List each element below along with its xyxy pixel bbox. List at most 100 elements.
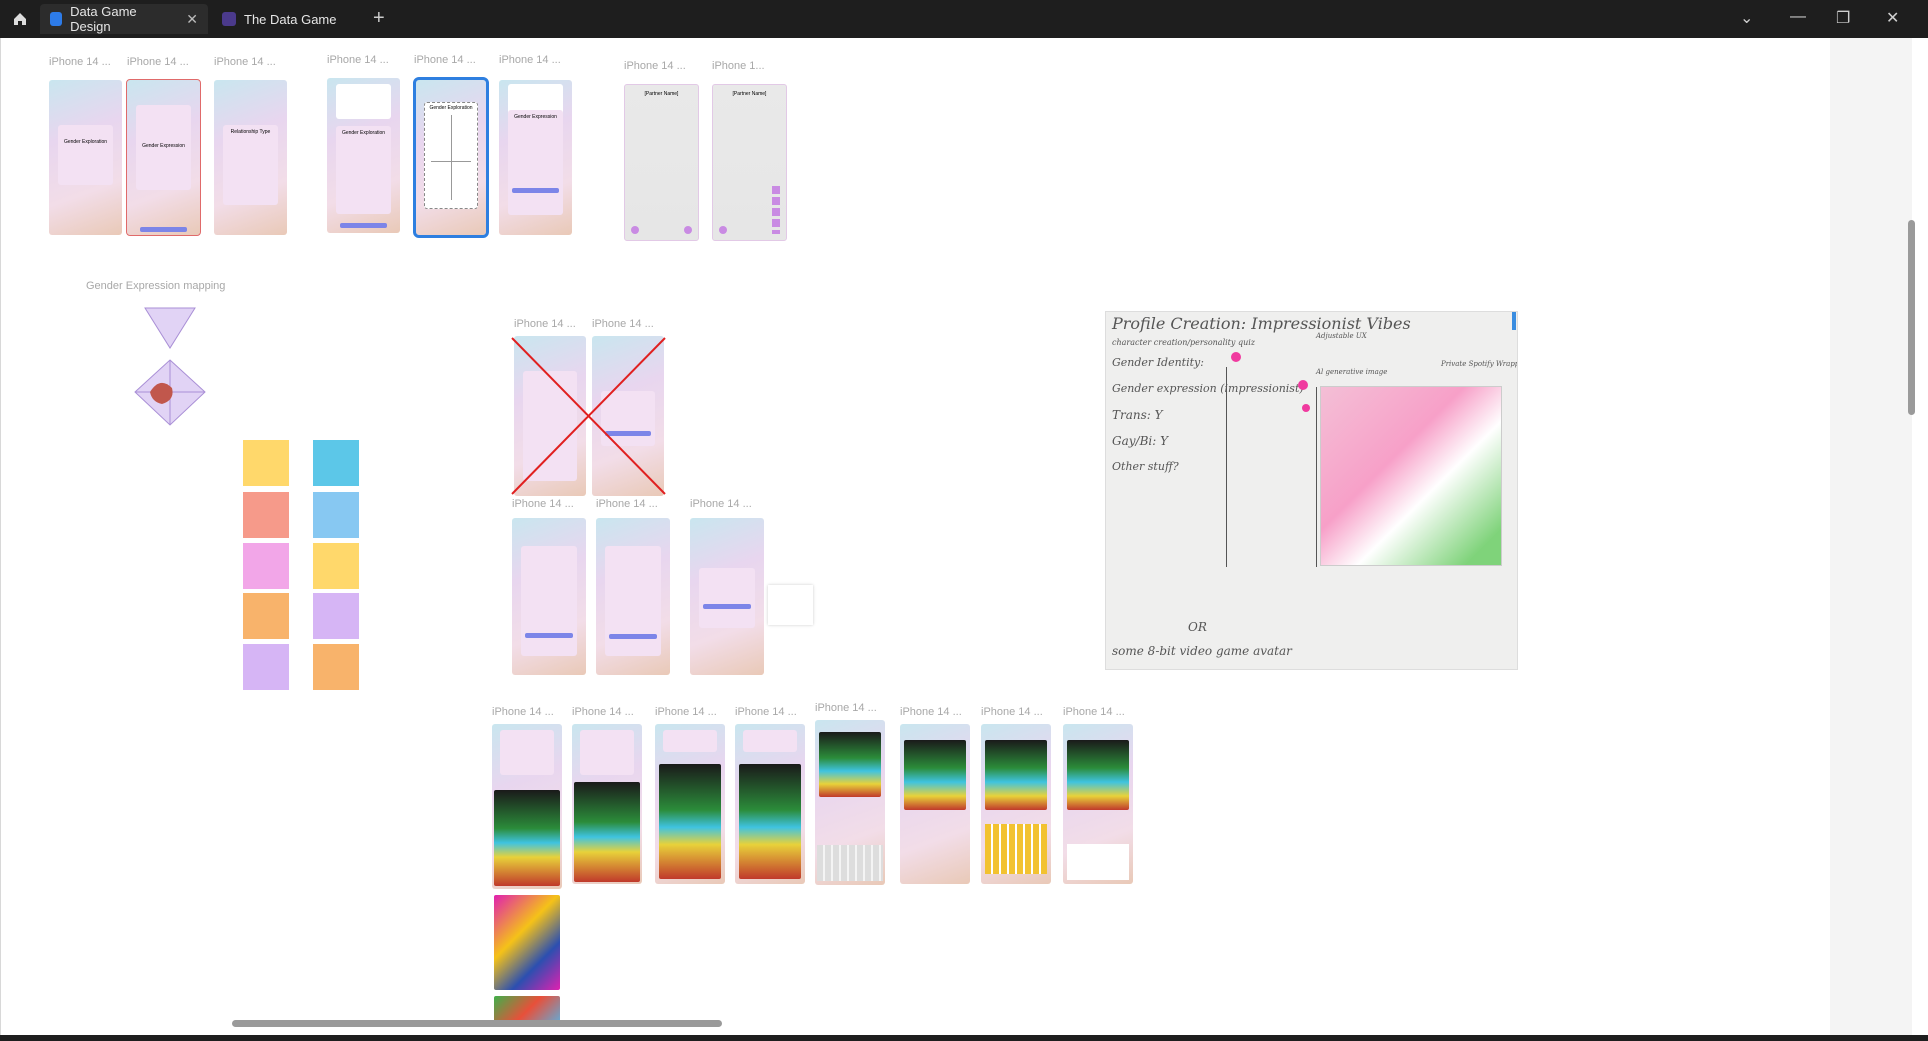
phone-frame[interactable]: [Partner Name] xyxy=(712,84,787,241)
frame-label: iPhone 14 ... xyxy=(327,54,389,66)
color-swatch xyxy=(1302,404,1310,412)
tab-label: Data Game Design xyxy=(70,4,137,34)
phone-frame[interactable] xyxy=(690,518,764,675)
frame-label: iPhone 14 ... xyxy=(624,60,686,72)
artwork-image xyxy=(985,740,1047,810)
vertical-scrollbar[interactable] xyxy=(1908,220,1915,415)
next-button[interactable] xyxy=(609,634,657,639)
phone-frame[interactable] xyxy=(512,518,586,675)
home-icon[interactable] xyxy=(8,8,32,30)
frame-label: iPhone 14 ... xyxy=(815,702,877,714)
phone-frame[interactable] xyxy=(655,724,725,884)
frame-label: iPhone 14 ... xyxy=(414,54,476,66)
frame-label: iPhone 14 ... xyxy=(512,498,574,510)
phone-frame[interactable] xyxy=(900,724,970,884)
artwork-image xyxy=(659,764,721,879)
section-label: Gender Expression mapping xyxy=(86,280,226,292)
next-button[interactable] xyxy=(525,633,573,638)
phone-frame-selected[interactable]: Gender Expression xyxy=(126,79,201,236)
sticky-note[interactable] xyxy=(243,543,289,589)
frame-label: iPhone 14 ... xyxy=(592,318,654,330)
frame-label: iPhone 14 ... xyxy=(514,318,576,330)
color-swatch xyxy=(1298,380,1308,390)
handwritten-subtitle: character creation/personality quiz xyxy=(1112,338,1256,347)
sticky-note[interactable] xyxy=(313,543,359,589)
handwritten-bottom: some 8-bit video game avatar xyxy=(1112,644,1292,658)
minimize-icon[interactable]: — xyxy=(1790,8,1806,26)
next-button[interactable] xyxy=(140,227,187,232)
frame-label: iPhone 14 ... xyxy=(981,706,1043,718)
artwork-image[interactable] xyxy=(494,895,560,990)
phone-frame[interactable] xyxy=(981,724,1051,884)
next-button[interactable] xyxy=(340,223,387,228)
bottom-bar xyxy=(0,1035,1928,1041)
screen-title: Gender Expression xyxy=(142,143,185,149)
phone-frame[interactable] xyxy=(815,720,885,885)
cross-out-icon xyxy=(511,337,666,495)
frame-label: iPhone 14 ... xyxy=(572,706,634,718)
frame-label: iPhone 14 ... xyxy=(127,56,189,68)
sticky-note[interactable] xyxy=(313,644,359,690)
phone-frame[interactable] xyxy=(735,724,805,884)
sticky-note[interactable] xyxy=(313,440,359,486)
phone-frame[interactable] xyxy=(596,518,670,675)
frame-label: iPhone 14 ... xyxy=(655,706,717,718)
phone-frame[interactable] xyxy=(492,724,562,889)
artwork-image xyxy=(819,732,881,797)
phone-frame[interactable]: Gender Exploration xyxy=(49,80,122,235)
restore-icon[interactable]: ❐ xyxy=(1836,8,1850,28)
partner-name-title: [Partner Name] xyxy=(644,91,679,97)
phone-frame[interactable]: [Partner Name] xyxy=(624,84,699,241)
emoji-picker[interactable] xyxy=(985,824,1047,874)
phone-frame[interactable]: Gender Exploration xyxy=(327,78,400,233)
close-window-icon[interactable]: ✕ xyxy=(1886,8,1899,28)
tab-data-game-design[interactable]: Data Game Design ✕ xyxy=(40,4,208,34)
artwork-image xyxy=(739,764,801,879)
close-icon[interactable]: ✕ xyxy=(186,11,198,28)
handwritten-notes-photo[interactable]: Profile Creation: Impressionist Vibes ch… xyxy=(1105,311,1518,670)
frame-label: iPhone 14 ... xyxy=(49,56,111,68)
frame-label: iPhone 14 ... xyxy=(735,706,797,718)
phone-frame[interactable]: Relationship Type xyxy=(214,80,287,235)
sticky-note[interactable] xyxy=(243,644,289,690)
artwork-image xyxy=(1067,740,1129,810)
tab-label: The Data Game xyxy=(244,11,337,27)
phone-frame[interactable]: Gender Expression xyxy=(499,80,572,235)
sticky-note[interactable] xyxy=(313,492,359,538)
screen-title: Gender Exploration xyxy=(63,139,108,145)
design-canvas[interactable] xyxy=(0,38,1928,1035)
figma-file-icon xyxy=(222,12,236,26)
title-bar: Data Game Design ✕ The Data Game + ⌄ — ❐… xyxy=(0,0,1928,38)
chevron-down-icon[interactable]: ⌄ xyxy=(1740,8,1753,28)
handwritten-note: Adjustable UX xyxy=(1316,332,1367,340)
figjam-file-icon xyxy=(50,12,63,26)
next-button[interactable] xyxy=(703,604,751,609)
phone-frame[interactable] xyxy=(1063,724,1133,884)
phone-frame[interactable] xyxy=(572,724,642,884)
horizontal-scrollbar[interactable] xyxy=(232,1020,722,1027)
partner-name-title: [Partner Name] xyxy=(732,91,767,97)
next-button[interactable] xyxy=(512,188,559,193)
screen-title: Gender Exploration xyxy=(429,105,473,111)
handwritten-note: Private Spotify Wrapped Vibes xyxy=(1441,360,1517,368)
frame-label: iPhone 1... xyxy=(712,60,765,72)
sticky-note[interactable] xyxy=(243,593,289,639)
dropdown-menu[interactable] xyxy=(768,585,813,625)
sticky-note[interactable] xyxy=(243,492,289,538)
new-tab-icon[interactable]: + xyxy=(373,8,385,28)
frame-label: iPhone 14 ... xyxy=(1063,706,1125,718)
tab-the-data-game[interactable]: The Data Game xyxy=(212,4,362,34)
upload-menu[interactable] xyxy=(1067,844,1129,880)
screen-title: Gender Expression xyxy=(514,114,557,120)
phone-frame-highlighted[interactable]: Gender Exploration xyxy=(413,77,489,238)
handwritten-title: Profile Creation: Impressionist Vibes xyxy=(1112,314,1411,333)
handwritten-line: Gender Identity: xyxy=(1112,356,1204,369)
sticky-note[interactable] xyxy=(313,593,359,639)
frame-label: iPhone 14 ... xyxy=(596,498,658,510)
gender-mapping-diagram xyxy=(134,307,206,426)
scribble-drawing xyxy=(1320,386,1502,566)
frame-label: iPhone 14 ... xyxy=(900,706,962,718)
keyboard[interactable] xyxy=(817,845,883,881)
sticky-note[interactable] xyxy=(243,440,289,486)
artwork-image xyxy=(494,790,560,886)
